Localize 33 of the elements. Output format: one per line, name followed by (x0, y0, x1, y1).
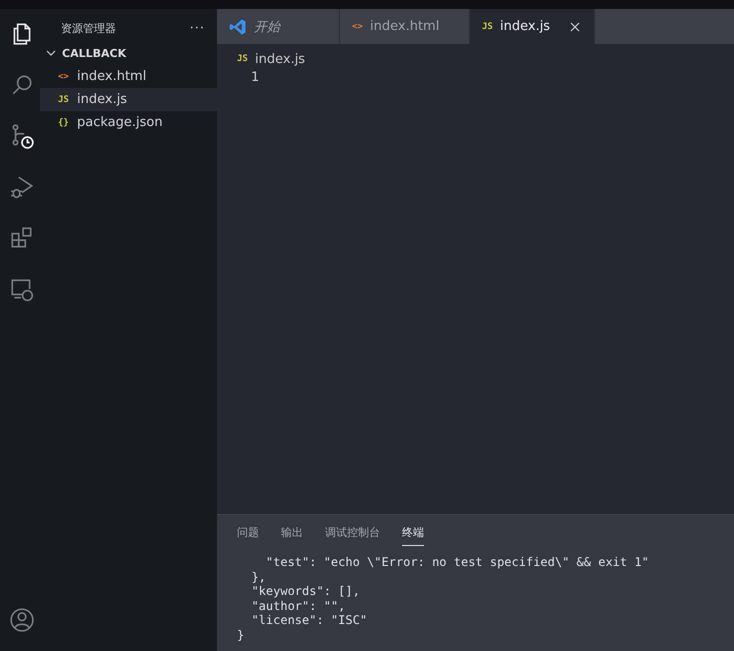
file-item[interactable]: JS index.js (40, 88, 217, 111)
terminal-line: "keywords": [], (250, 584, 361, 599)
panel-tab[interactable]: 输出 (281, 525, 303, 546)
html-file-icon: <> (352, 22, 363, 32)
vscode-logo-icon (229, 18, 247, 36)
editor-tab[interactable]: JS index.js (470, 9, 595, 44)
run-debug-icon[interactable] (9, 174, 35, 200)
panel-tab[interactable]: 终端 (402, 525, 424, 546)
panel-tab[interactable]: 调试控制台 (325, 525, 380, 546)
json-file-icon: {} (58, 118, 69, 128)
sidebar-title: 资源管理器 (61, 20, 116, 36)
html-file-icon: <> (58, 72, 69, 82)
file-item[interactable]: {} package.json (40, 111, 217, 134)
panel-tab[interactable]: 问题 (237, 525, 259, 546)
line-number: 1 (250, 70, 260, 87)
editor-tab[interactable]: <> index.html (340, 9, 470, 44)
js-file-icon: JS (237, 54, 248, 64)
close-icon[interactable] (570, 22, 580, 32)
more-actions-button[interactable]: ··· (190, 20, 205, 36)
js-file-icon: JS (58, 94, 69, 104)
code-editor[interactable]: JS index.js 1 (217, 44, 734, 514)
folder-name: CALLBACK (62, 46, 126, 60)
terminal-line: } (237, 628, 246, 643)
js-file-icon: JS (482, 22, 493, 32)
terminal-line: "license": "ISC" (250, 613, 368, 628)
breadcrumb-item[interactable]: index.js (255, 52, 306, 66)
terminal-line: }, (250, 570, 267, 584)
terminal-line: "test": "echo \"Error: no test specified\" && exit 1" (264, 555, 650, 570)
terminal-line: "author": "", (250, 598, 346, 614)
account-icon[interactable] (9, 607, 35, 633)
file-item[interactable]: <> index.html (40, 65, 217, 88)
editor-tab[interactable]: 开始 (217, 9, 340, 44)
folder-header[interactable]: CALLBACK (40, 41, 217, 65)
